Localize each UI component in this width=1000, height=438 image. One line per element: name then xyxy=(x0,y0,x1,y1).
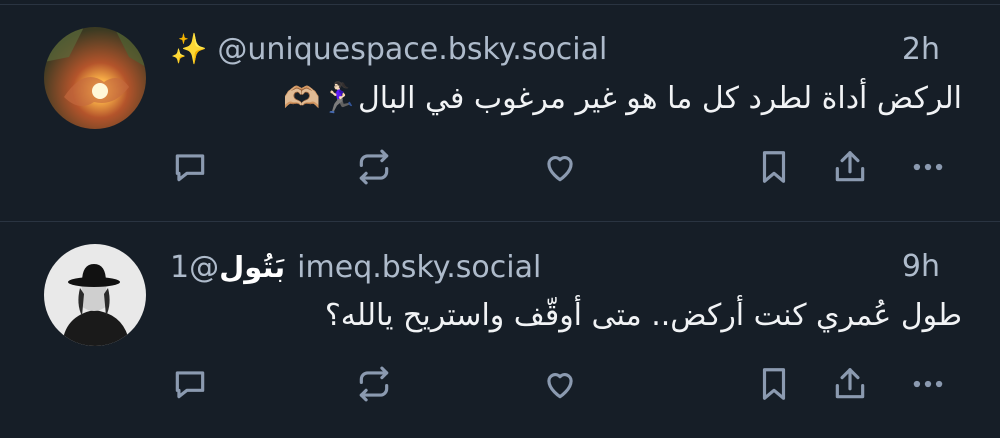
bookmark-icon xyxy=(762,151,786,183)
share-button[interactable] xyxy=(828,362,872,406)
post-header: بَتُول@1imeq.bsky.social 9h xyxy=(170,244,970,290)
repost-icon xyxy=(359,366,389,402)
author-display-name[interactable]: بَتُول xyxy=(219,250,285,284)
more-icon xyxy=(913,163,943,171)
post-item[interactable]: ✨ @uniquespace.bsky.social 2h الركض أداة … xyxy=(0,5,1000,222)
reply-button[interactable] xyxy=(168,145,212,189)
share-icon xyxy=(835,151,865,182)
like-button[interactable] xyxy=(538,362,582,406)
like-button[interactable] xyxy=(538,145,582,189)
more-icon xyxy=(913,380,943,388)
avatar[interactable] xyxy=(44,244,146,346)
reply-icon xyxy=(175,154,205,182)
bookmark-icon xyxy=(762,368,786,400)
post-feed: ✨ @uniquespace.bsky.social 2h الركض أداة … xyxy=(0,0,1000,425)
post-actions xyxy=(0,145,1000,189)
reply-icon xyxy=(175,371,205,399)
post-time[interactable]: 2h xyxy=(902,27,940,73)
bookmark-button[interactable] xyxy=(752,362,796,406)
bookmark-button[interactable] xyxy=(752,145,796,189)
like-icon xyxy=(547,156,573,182)
post-text: طول عُمري كنت أركض.. متى أوقّف واستريح ي… xyxy=(324,298,962,333)
author-line[interactable]: بَتُول@1imeq.bsky.social xyxy=(170,244,541,290)
share-icon xyxy=(835,368,865,399)
avatar[interactable] xyxy=(44,27,146,129)
repost-icon xyxy=(359,149,389,185)
post-header: ✨ @uniquespace.bsky.social 2h xyxy=(170,27,970,73)
repost-button[interactable] xyxy=(352,145,396,189)
sparkles-emoji: ✨ xyxy=(170,32,208,67)
post-item[interactable]: بَتُول@1imeq.bsky.social 9h طول عُمري كن… xyxy=(0,222,1000,438)
repost-button[interactable] xyxy=(352,362,396,406)
author-handle[interactable]: @uniquespace.bsky.social xyxy=(217,32,607,67)
post-actions xyxy=(0,362,1000,406)
like-icon xyxy=(547,373,573,399)
reply-button[interactable] xyxy=(168,362,212,406)
share-button[interactable] xyxy=(828,145,872,189)
author-line[interactable]: ✨ @uniquespace.bsky.social xyxy=(170,27,607,73)
post-time[interactable]: 9h xyxy=(902,244,940,290)
sunlight-hands-photo xyxy=(44,27,146,129)
more-button[interactable] xyxy=(906,362,950,406)
more-button[interactable] xyxy=(906,145,950,189)
post-text: الركض أداة لطرد كل ما هو غير مرغوب في ال… xyxy=(283,81,962,116)
person-with-hat-photo xyxy=(44,244,146,346)
